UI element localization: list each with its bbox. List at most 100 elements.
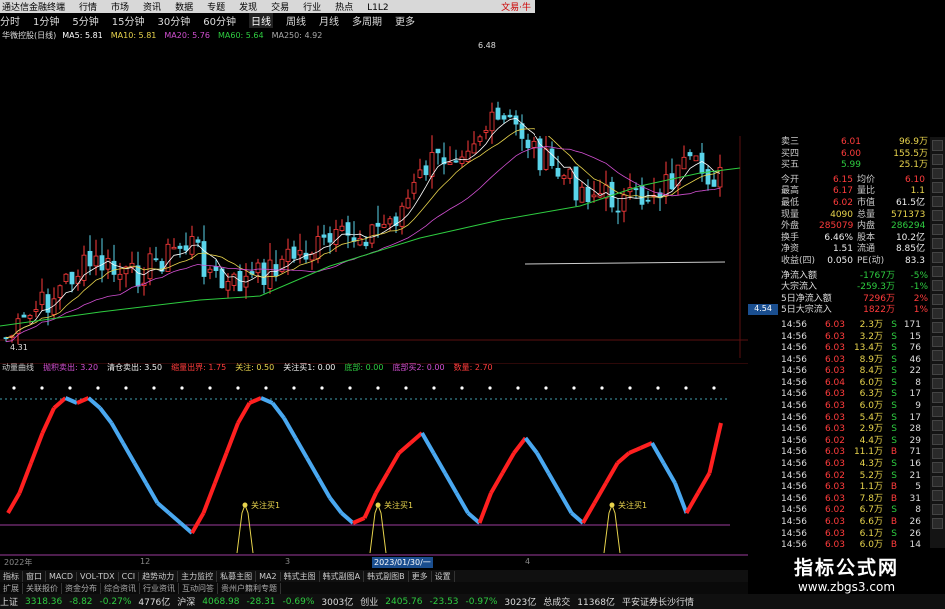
candlestick-chart[interactable]: 5.605.205.004.804.604.406.484.31 — [0, 28, 748, 358]
candle-body — [171, 246, 177, 250]
top-menu-item[interactable]: 交易 — [271, 3, 289, 13]
info-tab[interactable]: 扩展 — [0, 582, 23, 594]
side-tool-button[interactable] — [932, 476, 943, 487]
indicator-tab[interactable]: 更多 — [409, 570, 432, 582]
period-tab[interactable]: 30分钟 — [157, 13, 190, 28]
top-menu-item[interactable]: 资讯 — [143, 3, 161, 13]
low-price-label: 4.31 — [10, 343, 28, 352]
top-menu-item[interactable]: 市场 — [111, 3, 129, 13]
info-tab[interactable]: 关联报价 — [23, 582, 62, 594]
side-tool-button[interactable] — [932, 210, 943, 221]
tick-cell: 6.03 — [824, 482, 845, 493]
tick-cell: 6.0万 — [859, 377, 883, 388]
candle-body — [477, 136, 483, 142]
side-tool-button[interactable] — [932, 196, 943, 207]
date-m1: 12 — [140, 557, 151, 566]
side-tool-button[interactable] — [932, 252, 943, 263]
indicator-tab[interactable]: 设置 — [432, 570, 455, 582]
side-tool-button[interactable] — [932, 420, 943, 431]
indicator-tab[interactable]: 韩式副图B — [364, 570, 409, 582]
period-tab[interactable]: 更多 — [395, 13, 415, 28]
candle-body — [687, 152, 693, 157]
indicator-tab[interactable]: 窗口 — [23, 570, 46, 582]
side-tool-button[interactable] — [932, 406, 943, 417]
indicator-legend-item: 底部买2: 0.00 — [392, 363, 445, 372]
indicator-legend-item: 关注: 0.50 — [235, 363, 275, 372]
candle-body — [57, 285, 63, 298]
top-menu-item[interactable]: 热点 — [335, 3, 353, 13]
side-tool-button[interactable] — [932, 224, 943, 235]
top-menu-item[interactable]: 行情 — [79, 3, 97, 13]
period-tab[interactable]: 多周期 — [352, 13, 382, 28]
side-tool-button[interactable] — [932, 434, 943, 445]
tick-cell: 14:56 — [781, 459, 807, 470]
side-tool-button[interactable] — [932, 504, 943, 515]
side-tool-button[interactable] — [932, 336, 943, 347]
tick-row: 14:56 6.03 13.4万 S 76 — [781, 343, 928, 355]
candle-body — [285, 248, 291, 262]
stat-row: 最高 6.17 量比 1.1 — [781, 186, 928, 198]
candle-body — [21, 314, 27, 318]
indicator-tab[interactable]: 私募主图 — [217, 570, 257, 582]
side-tool-button[interactable] — [932, 140, 943, 151]
top-menu-item[interactable]: 专题 — [207, 3, 225, 13]
indicator-tab[interactable]: MACD — [46, 571, 77, 581]
indicator-tab[interactable]: CCI — [119, 571, 140, 581]
side-toolbar — [930, 137, 945, 577]
tick-cell: 46 — [909, 354, 921, 365]
side-tool-button[interactable] — [932, 518, 943, 529]
indicator-tab[interactable]: 韩式副图A — [320, 570, 365, 582]
period-tab[interactable]: 日线 — [248, 13, 273, 28]
top-menu-item[interactable]: 发现 — [239, 3, 257, 13]
stat-cell: 内盘 — [857, 221, 876, 232]
side-tool-button[interactable] — [932, 392, 943, 403]
indicator-tab[interactable]: MA2 — [256, 571, 281, 581]
momentum-indicator-chart[interactable]: 3.503.002.502.001.501.000.50关注买1关注买1关注买1 — [0, 363, 748, 568]
period-tab[interactable]: 分时 — [0, 13, 20, 28]
info-tab[interactable]: 互动问答 — [179, 582, 218, 594]
indicator-tab[interactable]: VOL-TDX — [77, 571, 119, 581]
side-tool-button[interactable] — [932, 364, 943, 375]
side-tool-button[interactable] — [932, 168, 943, 179]
top-menu-item[interactable]: 行业 — [303, 3, 321, 13]
side-tool-button[interactable] — [932, 378, 943, 389]
indicator-tab[interactable]: 指标 — [0, 570, 23, 582]
period-tab[interactable]: 月线 — [319, 13, 339, 28]
top-menu-item[interactable]: L1L2 — [367, 3, 388, 13]
info-tab[interactable]: 综合资讯 — [101, 582, 140, 594]
indicator-tab[interactable]: 韩式主图 — [281, 570, 320, 582]
side-tool-button[interactable] — [932, 490, 943, 501]
side-tool-button[interactable] — [932, 238, 943, 249]
side-tool-button[interactable] — [932, 322, 943, 333]
side-tool-button[interactable] — [932, 280, 943, 291]
order-book-row: 买五 5.99 25.1万 — [781, 160, 928, 172]
side-tool-button[interactable] — [932, 294, 943, 305]
side-tool-button[interactable] — [932, 448, 943, 459]
side-tool-button[interactable] — [932, 308, 943, 319]
side-tool-button[interactable] — [932, 462, 943, 473]
info-tab[interactable]: 行业资讯 — [140, 582, 179, 594]
top-menu-item[interactable]: 数据 — [175, 3, 193, 13]
dot-marker — [544, 386, 548, 390]
tick-row: 14:56 6.02 4.4万 S 29 — [781, 436, 928, 448]
period-tab[interactable]: 1分钟 — [33, 13, 59, 28]
money-flow-row: 净流入额 -1767万 -5% — [781, 271, 928, 283]
period-tab[interactable]: 15分钟 — [112, 13, 145, 28]
side-tool-button[interactable] — [932, 154, 943, 165]
side-tool-button[interactable] — [932, 266, 943, 277]
indicator-tab[interactable]: 主力监控 — [178, 570, 218, 582]
period-tab[interactable]: 周线 — [286, 13, 306, 28]
stat-cell: 8.85亿 — [895, 244, 925, 255]
period-toolbar: 分时 1分钟 5分钟 15分钟 30分钟 60分钟 日线 周线 月线 多周期 更多 — [0, 13, 535, 28]
ma-legend-item: MA5: 5.81 — [62, 31, 103, 40]
info-tab[interactable]: 贵州户籍利专题 — [218, 582, 281, 594]
date-m2: 3 — [285, 557, 291, 566]
period-tab[interactable]: 5分钟 — [72, 13, 98, 28]
side-tool-button[interactable] — [932, 350, 943, 361]
tick-cell: 5 — [915, 482, 921, 493]
period-tab[interactable]: 60分钟 — [203, 13, 236, 28]
side-tool-button[interactable] — [932, 182, 943, 193]
info-tab[interactable]: 资金分布 — [62, 582, 101, 594]
money-flow-row: 大宗流入 -259.3万 -1% — [781, 282, 928, 294]
indicator-tab[interactable]: 趋势动力 — [139, 570, 179, 582]
